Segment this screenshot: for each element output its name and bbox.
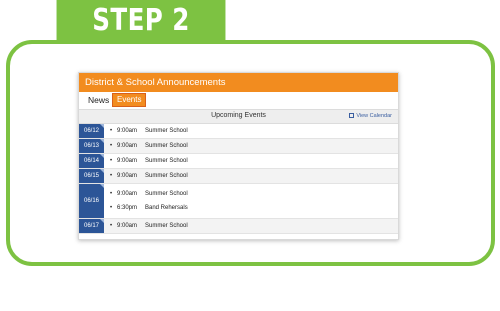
events-list-header: Upcoming Events View Calendar (79, 109, 398, 124)
date-badge: 06/15 (79, 169, 104, 183)
widget-title: District & School Announcements (79, 73, 398, 92)
bullet-icon: • (110, 191, 113, 197)
event-item[interactable]: • 9:00am Summer School (110, 169, 398, 183)
day-row: 06/15 • 9:00am Summer School (79, 169, 398, 184)
event-item[interactable]: • 6:30pm Band Rehersals (110, 201, 398, 215)
date-corner-marker (100, 219, 104, 223)
day-events: • 9:00am Summer School (104, 169, 398, 183)
event-name: Summer School (145, 173, 188, 179)
bullet-icon: • (110, 223, 113, 229)
tab-events[interactable]: Events (112, 93, 147, 107)
date-label: 06/13 (83, 143, 99, 149)
event-time: 9:00am (117, 223, 138, 229)
date-corner-marker (100, 139, 104, 143)
event-time: 9:00am (117, 143, 138, 149)
step-label: STEP 2 (56, 0, 226, 40)
date-label: 06/12 (83, 128, 99, 134)
announcements-widget: District & School Announcements News Eve… (78, 72, 399, 240)
event-item[interactable]: • 9:00am Summer School (110, 187, 398, 201)
widget-tabs: News Events (79, 92, 398, 109)
bullet-icon: • (110, 205, 113, 211)
date-corner-marker (100, 154, 104, 158)
day-row: 06/17 • 9:00am Summer School (79, 219, 398, 234)
date-badge: 06/12 (79, 124, 104, 138)
event-name: Summer School (145, 158, 188, 164)
date-badge: 06/17 (79, 219, 104, 233)
day-row: 06/16 • 9:00am Summer School • 6:30pm Band Reh… (79, 184, 398, 219)
event-item[interactable]: • 9:00am Summer School (110, 124, 398, 138)
tab-news[interactable]: News (88, 95, 109, 105)
event-item[interactable]: • 9:00am Summer School (110, 139, 398, 153)
bullet-icon: • (110, 128, 113, 134)
event-name: Summer School (145, 223, 188, 229)
events-list: 06/12 • 9:00am Summer School 06/13 • 9:00am Sum… (79, 124, 398, 234)
date-badge: 06/14 (79, 154, 104, 168)
date-corner-marker (100, 184, 104, 188)
event-time: 6:30pm (117, 205, 138, 211)
bullet-icon: • (110, 173, 113, 179)
day-row: 06/12 • 9:00am Summer School (79, 124, 398, 139)
event-name: Summer School (145, 128, 188, 134)
day-events: • 9:00am Summer School (104, 139, 398, 153)
event-time: 9:00am (117, 191, 138, 197)
day-row: 06/14 • 9:00am Summer School (79, 154, 398, 169)
event-name: Summer School (145, 191, 188, 197)
date-corner-marker (100, 169, 104, 173)
date-label: 06/14 (83, 158, 99, 164)
date-corner-marker (100, 124, 104, 128)
event-name: Band Rehersals (145, 205, 188, 211)
event-item[interactable]: • 9:00am Summer School (110, 219, 398, 233)
day-events: • 9:00am Summer School (104, 219, 398, 233)
date-badge: 06/13 (79, 139, 104, 153)
day-row: 06/13 • 9:00am Summer School (79, 139, 398, 154)
event-time: 9:00am (117, 158, 138, 164)
bullet-icon: • (110, 143, 113, 149)
event-item[interactable]: • 9:00am Summer School (110, 154, 398, 168)
date-label: 06/16 (83, 198, 99, 204)
view-calendar-label: View Calendar (356, 113, 392, 119)
view-calendar-link[interactable]: View Calendar (349, 113, 392, 119)
day-events: • 9:00am Summer School • 6:30pm Band Rehersal… (104, 184, 398, 218)
day-events: • 9:00am Summer School (104, 124, 398, 138)
date-label: 06/15 (83, 173, 99, 179)
bullet-icon: • (110, 158, 113, 164)
calendar-icon (349, 113, 355, 119)
event-time: 9:00am (117, 173, 138, 179)
event-name: Summer School (145, 143, 188, 149)
date-badge: 06/16 (79, 184, 104, 218)
date-label: 06/17 (83, 223, 99, 229)
event-time: 9:00am (117, 128, 138, 134)
day-events: • 9:00am Summer School (104, 154, 398, 168)
